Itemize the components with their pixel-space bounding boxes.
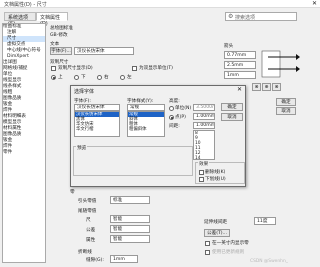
units-input[interactable]: 3.5000mm [193,104,215,111]
main-cancel-button[interactable]: 取消 [276,107,296,115]
points-label: 点(P) [175,115,186,120]
prop-label: 属性 [86,238,96,243]
pos-left-label: 左 [127,75,132,80]
arrow-size-3[interactable]: 1mm [224,71,256,79]
tab-system-options[interactable]: 系统选项(S) [4,12,36,27]
font-list-item[interactable]: 华文行楷 [75,127,119,132]
size-list-item[interactable]: 14 [194,156,214,159]
window-title: 文档属性(D) - 尺寸 [4,2,47,8]
arrow-style-button[interactable]: ⊕ [262,83,271,91]
zero-label: 零 [70,190,75,195]
pos-top-label: 上 [58,75,63,80]
pos-top-radio[interactable] [51,75,56,80]
overall-standard-label: 总绘图标准 [50,26,73,31]
tolerance-button[interactable]: 公差(T)... [204,229,230,237]
window-titlebar: 文档属性(D) - 尺寸 ✕ [0,0,320,8]
arrows-label: 箭头 [224,44,234,49]
watermark: CSDN @Swenhn_ [250,259,288,264]
trailing-label: 尾随零值 [78,209,97,214]
show-units-label: 为双显示单位(T) [139,66,173,71]
angle-label: 延伸线间距 [204,220,227,225]
offset-checkbox[interactable] [205,241,210,246]
arrow-style-preview-icon [261,50,300,78]
options-tree[interactable]: 绘图标准 注解 尺寸 虚拟交点 中心线/中心符号 DimXpert 出详图 网格… [2,23,46,263]
style-input[interactable]: 常规 [127,104,165,111]
font-dialog-title: 选择字体 [74,89,95,95]
underline-label: 下划线(U) [205,177,226,182]
arrow-size-2[interactable]: 2.5mm [224,61,256,69]
height-label: 高度: [169,99,180,104]
prop-zero-select[interactable]: 智能 [110,235,150,243]
size-list[interactable]: 8 9 10 11 12 14 [193,130,215,160]
spacing-input[interactable]: 1.00mm [193,122,215,129]
units-label: 单位(N) [175,106,192,111]
search-input[interactable]: ⚙ 搜索选项 [225,12,297,21]
units-radio[interactable] [169,106,174,111]
points-radio[interactable] [169,115,174,120]
close-icon[interactable]: ✕ [312,0,317,7]
angle-input[interactable]: 11度 [254,217,276,225]
arrow-style-button[interactable]: ⊗ [272,83,281,91]
offset-label: 在一英寸内显示零 [212,241,249,246]
fold-label: 折断线 [78,250,92,255]
font-list[interactable]: 汉仪长仿宋体 黑体 华文仿宋 华文行楷 [74,111,120,137]
pos-bottom-radio[interactable] [74,75,79,80]
dialog-close-icon[interactable]: ✕ [237,86,242,93]
main-ok-button[interactable]: 确定 [276,98,296,106]
style-list[interactable]: 常规 斜体 粗体 粗偏斜体 [127,111,165,137]
font-dialog: 选择字体 ✕ 字体(F): 汉仪长仿宋体 汉仪长仿宋体 黑体 华文仿宋 华文行楷… [70,85,246,187]
search-placeholder: 搜索选项 [235,15,256,21]
dialog-ok-button[interactable]: 确定 [221,103,243,111]
arrow-style-button[interactable]: ⊗ [252,83,261,91]
spacing-label: 间距: [169,124,180,129]
tree-item[interactable]: 零件 [3,150,45,156]
dim-label: 尺 [86,218,91,223]
pos-right-label: 右 [104,75,109,80]
tol-zero-select[interactable]: 智能 [110,225,150,233]
dual-dim-checkbox[interactable] [51,66,56,71]
overall-standard-value: GB-修改 [50,33,68,38]
dim-zero-select[interactable]: 智能 [110,215,150,223]
style-list-item[interactable]: 粗偏斜体 [128,127,164,132]
font-button[interactable]: 字体(F)... [50,47,72,55]
leader-label: 引头零值 [78,199,97,204]
effects-label: 效果 [198,161,210,167]
preview-label: 预览 [76,145,88,151]
tab-document-properties[interactable]: 文档属性(D) [36,12,68,27]
pos-left-radio[interactable] [120,75,125,80]
leader-select[interactable]: 标准 [110,196,150,204]
thread-checkbox[interactable] [205,250,210,255]
show-units-checkbox[interactable] [132,66,137,71]
arrow-size-1[interactable]: 0.77mm [224,51,256,59]
effects-group: 效果 删除线(K) 下划线(U) [195,161,245,184]
pos-bottom-label: 下 [81,75,86,80]
thread-label: 使用已更新规则 [212,250,245,255]
fold-gap-input[interactable]: 1mm [110,255,138,263]
points-input[interactable]: 1.00mm [193,113,215,120]
fold-gap-label: 缝隙(G): [86,258,104,263]
dialog-cancel-button[interactable]: 取消 [221,113,243,121]
font-input[interactable]: 汉仪长仿宋体 [74,104,120,111]
underline-checkbox[interactable] [199,177,204,182]
tol-label: 公差 [86,228,96,233]
pos-right-radio[interactable] [97,75,102,80]
strike-label: 删除线(K) [205,170,226,175]
font-display: 汉仪长仿宋体 [74,47,134,55]
dual-dim-show-label: 双制尺寸显示(D) [58,66,93,71]
strike-checkbox[interactable] [199,170,204,175]
search-icon: ⚙ [228,13,234,20]
preview-group: 预览 [73,145,193,176]
